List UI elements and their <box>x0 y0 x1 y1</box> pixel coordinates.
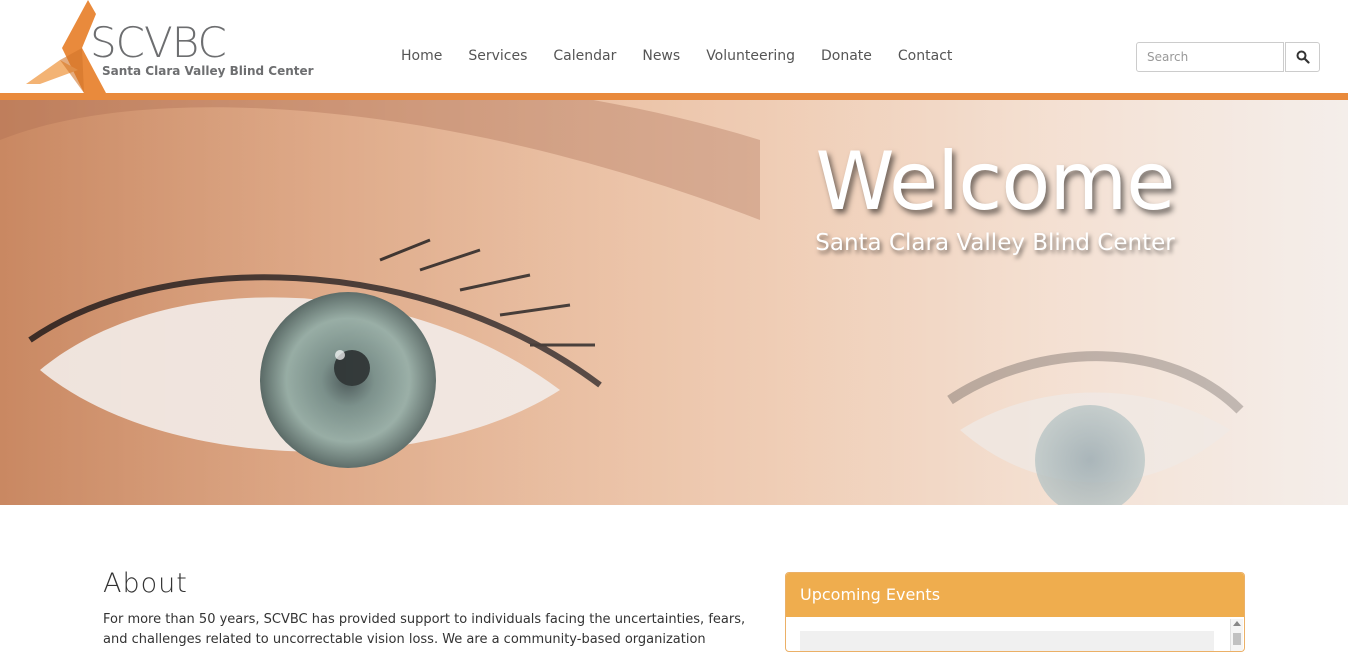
nav-donate[interactable]: Donate <box>808 48 885 70</box>
nav-volunteering[interactable]: Volunteering <box>693 48 808 70</box>
nav-news[interactable]: News <box>629 48 693 70</box>
logo-subtitle: Santa Clara Valley Blind Center <box>102 64 314 78</box>
scroll-up-icon[interactable] <box>1233 621 1241 626</box>
events-list <box>800 631 1214 651</box>
main-nav: Home Services Calendar News Volunteering… <box>388 48 965 70</box>
search-form <box>1136 42 1320 72</box>
site-header: SCVBC Santa Clara Valley Blind Center Ho… <box>0 0 1348 93</box>
scroll-thumb[interactable] <box>1233 633 1241 645</box>
search-input[interactable] <box>1136 42 1284 72</box>
logo-title: SCVBC <box>90 18 227 67</box>
events-heading: Upcoming Events <box>786 573 1244 617</box>
upcoming-events-panel: Upcoming Events <box>785 572 1245 652</box>
hero-title: Welcome <box>815 135 1176 228</box>
about-text: For more than 50 years, SCVBC has provid… <box>103 612 746 647</box>
header-accent-bar <box>0 93 1348 100</box>
site-logo[interactable]: SCVBC Santa Clara Valley Blind Center <box>26 0 314 93</box>
nav-contact[interactable]: Contact <box>885 48 965 70</box>
nav-home[interactable]: Home <box>388 48 455 70</box>
search-icon <box>1296 50 1310 64</box>
events-scrollbar[interactable] <box>1230 619 1243 651</box>
nav-services[interactable]: Services <box>455 48 540 70</box>
about-heading: About <box>103 568 188 599</box>
search-button[interactable] <box>1285 42 1320 72</box>
hero-subtitle: Santa Clara Valley Blind Center <box>815 230 1175 256</box>
nav-calendar[interactable]: Calendar <box>540 48 629 70</box>
hero-banner: Welcome Santa Clara Valley Blind Center <box>0 100 1348 505</box>
